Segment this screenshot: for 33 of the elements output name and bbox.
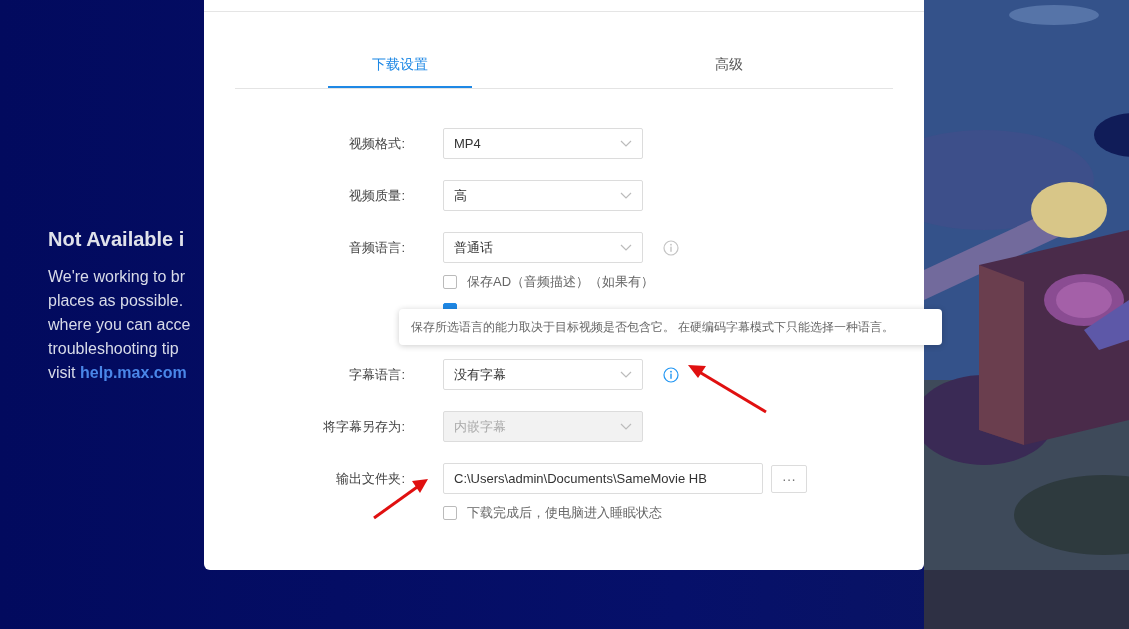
info-icon[interactable] (663, 366, 679, 383)
tab[interactable]: 高级 (670, 44, 787, 88)
checkbox[interactable] (443, 506, 457, 520)
message-text: visit (48, 364, 76, 381)
chevron-down-icon (620, 422, 632, 431)
dropdown[interactable]: 高 (443, 180, 643, 211)
message-text: places as possible. (48, 291, 185, 311)
checkbox-label: 保存AD（音频描述）（如果有） (467, 273, 655, 291)
browse-button[interactable]: ··· (771, 464, 807, 493)
message-text: where you can acce (48, 315, 192, 335)
field-label: 音频语言: (348, 238, 405, 257)
tab[interactable]: 下载设置 (327, 44, 472, 88)
field-label: 将字幕另存为: (322, 417, 405, 436)
help-link[interactable]: help.max.com (80, 364, 187, 381)
checkbox[interactable] (443, 275, 457, 289)
info-icon[interactable] (663, 239, 679, 256)
checkbox-label: 下载完成后，使电脑进入睡眠状态 (467, 504, 662, 522)
field-label: 字幕语言: (348, 365, 405, 384)
chevron-down-icon (620, 370, 632, 379)
message-title: Not Available i (48, 228, 186, 251)
dropdown[interactable]: 没有字幕 (443, 359, 643, 390)
dropdown[interactable]: MP4 (443, 128, 643, 159)
field-label: 视频格式: (348, 134, 405, 153)
chevron-down-icon (620, 243, 632, 252)
tooltip: 保存所选语言的能力取决于目标视频是否包含它。 在硬编码字幕模式下只能选择一种语言。 (399, 309, 942, 345)
folder-path-field[interactable]: C:\Users\admin\Documents\SameMovie HB (443, 463, 763, 494)
chevron-down-icon (620, 191, 632, 200)
message-text: troubleshooting tip (48, 339, 180, 359)
field-label: 视频质量: (348, 186, 405, 205)
field-label: 输出文件夹: (335, 469, 405, 488)
message-text: We're working to br (48, 267, 187, 287)
dropdown[interactable]: 普通话 (443, 232, 643, 263)
chevron-down-icon (620, 139, 632, 148)
